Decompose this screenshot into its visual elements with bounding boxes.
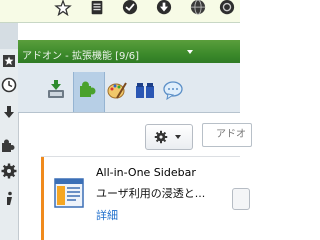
search-addons-input[interactable] <box>202 123 252 147</box>
downloads-sidebar-icon[interactable] <box>0 103 18 121</box>
get-addons-tab-icon[interactable] <box>46 80 66 100</box>
addons-sidebar-icon[interactable] <box>0 138 18 156</box>
themes-tab-icon[interactable] <box>107 80 127 100</box>
globe-icon[interactable] <box>189 0 207 16</box>
tools-menu-button[interactable] <box>145 124 193 150</box>
history-sidebar-icon[interactable] <box>0 76 18 94</box>
addon-options-button[interactable] <box>232 188 250 210</box>
extensions-tab-icon[interactable] <box>78 80 98 100</box>
gear-icon <box>154 130 168 144</box>
bookmarks-sidebar-icon[interactable] <box>0 52 18 70</box>
check-icon[interactable] <box>121 0 139 16</box>
bookmark-star-icon[interactable] <box>54 0 72 16</box>
sidebar-title-dropdown-icon[interactable] <box>187 50 193 54</box>
browser-toolbar <box>0 0 240 23</box>
addon-more-link[interactable]: 詳細 <box>96 207 118 223</box>
plugins-tab-icon[interactable] <box>135 80 155 100</box>
settings-gear-sidebar-icon[interactable] <box>0 162 18 180</box>
download-icon[interactable] <box>155 0 173 16</box>
addon-name: All-in-One Sidebar <box>96 166 196 179</box>
bookmarks-menu-icon[interactable] <box>88 0 106 16</box>
chevron-down-icon <box>175 135 181 139</box>
addon-description: ユーザ利用の浸透と... <box>96 187 206 200</box>
languages-tab-icon[interactable] <box>163 80 183 100</box>
sidebar-switcher-top <box>0 23 18 49</box>
sync-icon[interactable] <box>218 0 236 16</box>
all-in-one-sidebar-addon-icon <box>54 178 84 208</box>
page-info-sidebar-icon[interactable] <box>0 190 18 208</box>
sidebar-title[interactable]: アドオン - 拡張機能 [9/6] <box>22 47 139 62</box>
